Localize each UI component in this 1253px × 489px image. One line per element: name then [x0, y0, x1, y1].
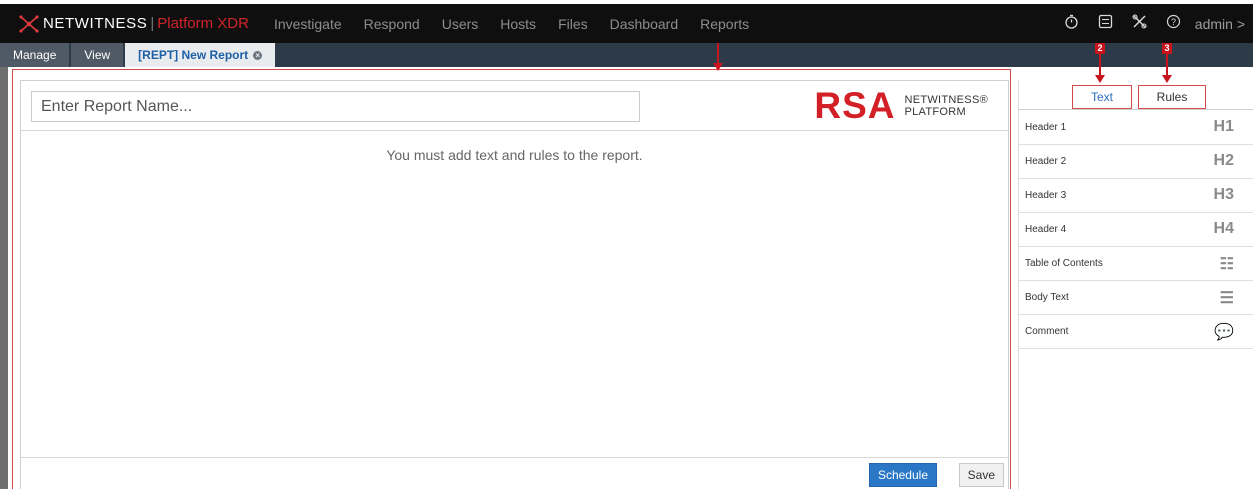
- screen: NETWITNESS | Platform XDR Investigate Re…: [0, 0, 1253, 489]
- rsa-logo-word: RSA: [814, 85, 896, 126]
- palette-item-label: Header 4: [1025, 224, 1067, 235]
- tab-text[interactable]: Text: [1072, 85, 1132, 109]
- arrow-2-line: [1099, 54, 1101, 76]
- user-name: admin: [1194, 15, 1233, 32]
- nav-investigate[interactable]: Investigate: [274, 16, 342, 32]
- body-text-icon: ☰: [1219, 290, 1234, 307]
- save-button[interactable]: Save: [958, 463, 1004, 487]
- arrow-1-head-icon: [713, 63, 723, 71]
- nav-files[interactable]: Files: [558, 16, 588, 32]
- editor-header: RSA NETWITNESS® PLATFORM: [21, 81, 1008, 131]
- arrow-3-head-icon: [1162, 75, 1172, 83]
- palette-item-body-text[interactable]: Body Text ☰: [1019, 281, 1253, 315]
- palette-item-label: Table of Contents: [1025, 258, 1103, 269]
- main-nav: Investigate Respond Users Hosts Files Da…: [263, 16, 760, 32]
- callout-badge-3: 3: [1162, 43, 1172, 54]
- palette-item-label: Body Text: [1025, 292, 1069, 303]
- callout-badge-2: 2: [1095, 43, 1105, 54]
- schedule-button[interactable]: Schedule: [868, 463, 937, 487]
- rsa-logo-line2: PLATFORM: [904, 106, 966, 118]
- report-tab-bar: Manage View [REPT] New Report ×: [0, 43, 1253, 67]
- palette-item-table-of-contents[interactable]: Table of Contents ☷: [1019, 247, 1253, 281]
- palette-item-header-4[interactable]: Header 4 H4: [1019, 213, 1253, 247]
- palette-item-comment[interactable]: Comment 💬: [1019, 315, 1253, 349]
- svg-text:?: ?: [1171, 17, 1176, 27]
- brand-separator: |: [150, 15, 155, 32]
- report-editor: RSA NETWITNESS® PLATFORM You must add te…: [20, 80, 1009, 489]
- netwitness-logo-icon: [19, 14, 39, 33]
- nav-users[interactable]: Users: [442, 16, 479, 32]
- rsa-logo-line1: NETWITNESS®: [904, 94, 988, 106]
- tab-new-report-label: [REPT] New Report: [138, 48, 249, 62]
- tab-rules[interactable]: Rules: [1138, 85, 1206, 109]
- header-4-icon: H4: [1213, 220, 1234, 237]
- tools-icon[interactable]: [1125, 14, 1155, 33]
- header-2-icon: H2: [1213, 152, 1234, 169]
- chevron-right-icon: >: [1236, 15, 1245, 32]
- palette-tabs: Text Rules: [1019, 80, 1253, 110]
- palette-item-label: Header 2: [1025, 156, 1067, 167]
- tab-manage[interactable]: Manage: [0, 43, 70, 67]
- report-name-input[interactable]: [31, 91, 640, 122]
- user-menu[interactable]: admin >: [1195, 16, 1245, 32]
- arrow-3-line: [1166, 54, 1168, 76]
- help-icon[interactable]: ?: [1159, 14, 1189, 33]
- table-of-contents-icon: ☷: [1219, 256, 1234, 273]
- tab-new-report[interactable]: [REPT] New Report ×: [125, 43, 276, 67]
- comment-icon: 💬: [1214, 324, 1234, 341]
- nav-hosts[interactable]: Hosts: [500, 16, 536, 32]
- arrow-1-line: [717, 43, 719, 65]
- palette-item-label: Header 3: [1025, 190, 1067, 201]
- editor-footer: Schedule Save: [21, 457, 1008, 489]
- nav-respond[interactable]: Respond: [364, 16, 420, 32]
- palette-item-label: Header 1: [1025, 122, 1067, 133]
- nav-reports[interactable]: Reports: [700, 16, 749, 32]
- content-palette-panel: Text Rules Header 1 H1 Header 2 H2 Heade…: [1018, 80, 1253, 489]
- nav-right-tools: ? admin >: [1053, 4, 1253, 43]
- app-logo[interactable]: NETWITNESS | Platform XDR: [19, 14, 249, 33]
- settings-panel-icon[interactable]: [1091, 14, 1121, 33]
- product-name: Platform XDR: [157, 15, 249, 32]
- nav-dashboard[interactable]: Dashboard: [610, 16, 679, 32]
- tab-view[interactable]: View: [71, 43, 124, 67]
- brand-name: NETWITNESS: [43, 15, 148, 32]
- timer-icon[interactable]: [1057, 14, 1087, 33]
- left-scroll-edge: [0, 67, 8, 489]
- palette-item-header-2[interactable]: Header 2 H2: [1019, 145, 1253, 179]
- palette-item-header-1[interactable]: Header 1 H1: [1019, 111, 1253, 145]
- palette-item-list: Header 1 H1 Header 2 H2 Header 3 H3 Head…: [1019, 111, 1253, 349]
- top-navigation-bar: NETWITNESS | Platform XDR Investigate Re…: [0, 4, 1253, 43]
- rsa-logo-subtitle: NETWITNESS® PLATFORM: [904, 94, 988, 118]
- header-3-icon: H3: [1213, 186, 1234, 203]
- left-edge-gap: [8, 67, 10, 489]
- empty-report-message: You must add text and rules to the repor…: [386, 147, 643, 163]
- rsa-logo: RSA NETWITNESS® PLATFORM: [814, 85, 988, 126]
- header-1-icon: H1: [1213, 118, 1234, 135]
- arrow-2-head-icon: [1095, 75, 1105, 83]
- palette-item-header-3[interactable]: Header 3 H3: [1019, 179, 1253, 213]
- close-icon[interactable]: ×: [253, 50, 263, 60]
- palette-item-label: Comment: [1025, 326, 1069, 337]
